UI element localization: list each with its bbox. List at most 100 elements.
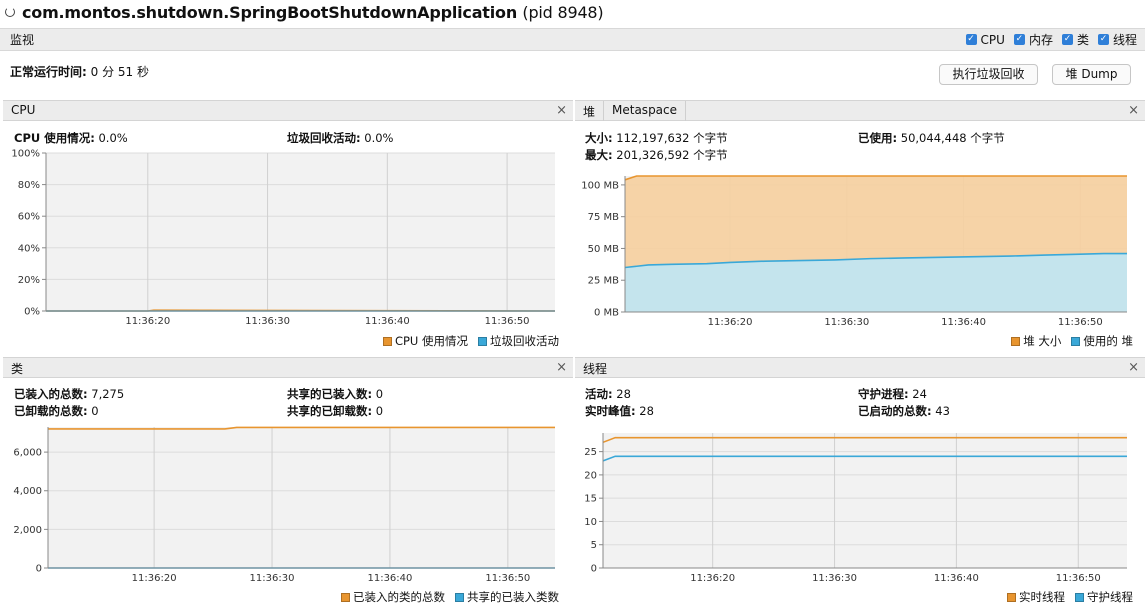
uptime-label: 正常运行时间: [10,65,87,79]
peak-threads-stat: 实时峰值: 28 [585,403,654,419]
y-tick-label: 80% [18,180,40,191]
x-tick-label: 11:36:40 [934,573,979,584]
legend-label: 守护线程 [1087,590,1133,604]
x-tick-label: 11:36:30 [245,316,290,327]
loaded-classes-value: 7,275 [91,387,125,401]
toggle-cpu[interactable]: ✓ CPU [965,31,1005,48]
y-tick-label: 0% [24,307,40,318]
peak-threads-label: 实时峰值: [585,404,636,418]
shared-unloaded-value: 0 [375,404,384,418]
x-tick-label: 11:36:30 [812,573,857,584]
legend-item: 已装入的类的总数 [341,589,445,605]
x-tick-label: 11:36:40 [367,573,412,584]
cpu-chart: 0% 20% 40% 60% 80% 100% 11:36:20 11:36:30 11:36:… [11,149,556,327]
legend-label: 已装入的类的总数 [353,590,445,604]
uptime: 正常运行时间: 0 分 51 秒 [10,63,149,80]
threads-panel-header: 线程 × [575,357,1145,378]
y-tick-label: 0 [591,564,597,575]
legend-item: 实时线程 [1007,589,1065,605]
daemon-threads-label: 守护进程: [858,387,909,401]
cpu-legend: CPU 使用情况 垃圾回收活动 [382,333,559,349]
close-icon[interactable]: × [556,103,567,118]
cpu-usage-label: CPU 使用情况: [14,131,95,145]
checkbox-checked-icon[interactable]: ✓ [1061,34,1073,45]
cpu-usage-stat: CPU 使用情况: 0.0% [14,130,128,146]
app-title: com.montos.shutdown.SpringBootShutdownAp… [22,3,604,22]
toggle-threads[interactable]: ✓ 线程 [1097,31,1137,48]
legend-swatch [341,593,350,602]
y-tick-label: 0 [36,564,42,575]
y-tick-label: 100 MB [581,180,619,191]
toggle-classes[interactable]: ✓ 类 [1061,31,1089,48]
close-icon[interactable]: × [1128,360,1139,375]
legend-item: 垃圾回收活动 [478,333,559,349]
toggle-memory[interactable]: ✓ 内存 [1013,31,1053,48]
y-tick-label: 60% [18,212,40,223]
tab-monitor[interactable]: 监视 [10,31,34,48]
x-tick-label: 11:36:20 [690,573,735,584]
close-icon[interactable]: × [1128,103,1139,118]
heap-tabs: 堆 Metaspace [575,101,687,121]
plot-area [48,427,555,568]
y-tick-label: 0 MB [594,308,619,319]
plot-area [603,433,1127,568]
legend-label: 共享的已装入类数 [467,590,559,604]
heap-max-stat: 最大: 201,326,592 个字节 [585,147,728,163]
threads-legend: 实时线程 守护线程 [1007,589,1133,605]
x-tick-label: 11:36:30 [250,573,295,584]
heap-size-stat: 大小: 112,197,632 个字节 [585,130,728,146]
gc-activity-label: 垃圾回收活动: [287,131,361,145]
classes-panel: 类 × 已装入的总数: 7,275 已卸载的总数: 0 共享的已装入数: 0 共… [3,357,573,607]
legend-item: CPU 使用情况 [382,333,468,349]
threads-panel-title: 线程 [583,362,608,376]
heap-used-label: 已使用: [858,131,898,145]
checkbox-checked-icon[interactable]: ✓ [965,34,977,45]
cpu-panel: CPU × CPU 使用情况: 0.0% 垃圾回收活动: 0.0% 0% 20% 4… [3,100,573,350]
live-threads-value: 28 [616,387,631,401]
y-tick-label: 6,000 [13,448,42,459]
legend-label: 垃圾回收活动 [490,334,559,348]
daemon-threads-value: 24 [912,387,927,401]
legend-item: 共享的已装入类数 [455,589,559,605]
shared-unloaded-label: 共享的已卸载数: [287,404,373,418]
title-bar: com.montos.shutdown.SpringBootShutdownAp… [0,0,1145,27]
classes-panel-header: 类 × [3,357,573,378]
y-tick-label: 40% [18,243,40,254]
checkbox-checked-icon[interactable]: ✓ [1097,34,1109,45]
shared-loaded-stat: 共享的已装入数: 0 [287,386,383,402]
threads-chart: 0 5 10 15 20 25 11:36:20 11:36:30 11:36:40 11:36:… [584,433,1127,584]
heap-dump-button[interactable]: 堆 Dump [1052,64,1131,85]
loaded-classes-stat: 已装入的总数: 7,275 [14,386,124,402]
toggle-cpu-label: CPU [980,32,1005,47]
legend-swatch [455,593,464,602]
heap-used-stat: 已使用: 50,044,448 个字节 [858,130,1005,146]
cpu-panel-header: CPU × [3,100,573,121]
y-tick-label: 5 [591,540,597,551]
legend-swatch [1075,593,1084,602]
legend-label: 堆 大小 [1023,334,1062,348]
tab-metaspace[interactable]: Metaspace [604,101,687,121]
started-threads-stat: 已启动的总数: 43 [858,403,950,419]
cpu-panel-title: CPU [11,103,36,117]
gc-activity-stat: 垃圾回收活动: 0.0% [287,130,393,146]
y-tick-label: 4,000 [13,486,42,497]
heap-size-label: 大小: [585,131,613,145]
uptime-value: 0 分 51 秒 [90,65,149,79]
y-tick-label: 20 [584,470,597,481]
classes-chart: 0 2,000 4,000 6,000 11:36:20 11:36:30 11:36:40… [13,426,555,584]
close-icon[interactable]: × [556,360,567,375]
perform-gc-button[interactable]: 执行垃圾回收 [939,64,1038,85]
monitor-tab-bar: 监视 ✓ CPU ✓ 内存 ✓ 类 ✓ 线程 [0,28,1145,51]
legend-item: 使用的 堆 [1071,333,1133,349]
loading-spinner-icon [5,7,15,17]
x-tick-label: 11:36:40 [365,316,410,327]
tab-heap[interactable]: 堆 [575,101,605,121]
y-tick-label: 2,000 [13,525,42,536]
heap-used-value: 50,044,448 个字节 [900,131,1005,145]
heap-panel-header: 堆 Metaspace × [575,100,1145,121]
y-tick-label: 10 [584,517,597,528]
classes-legend: 已装入的类的总数 共享的已装入类数 [341,589,559,605]
checkbox-checked-icon[interactable]: ✓ [1013,34,1025,45]
heap-size-value: 112,197,632 个字节 [616,131,728,145]
toggle-memory-label: 内存 [1028,33,1053,47]
